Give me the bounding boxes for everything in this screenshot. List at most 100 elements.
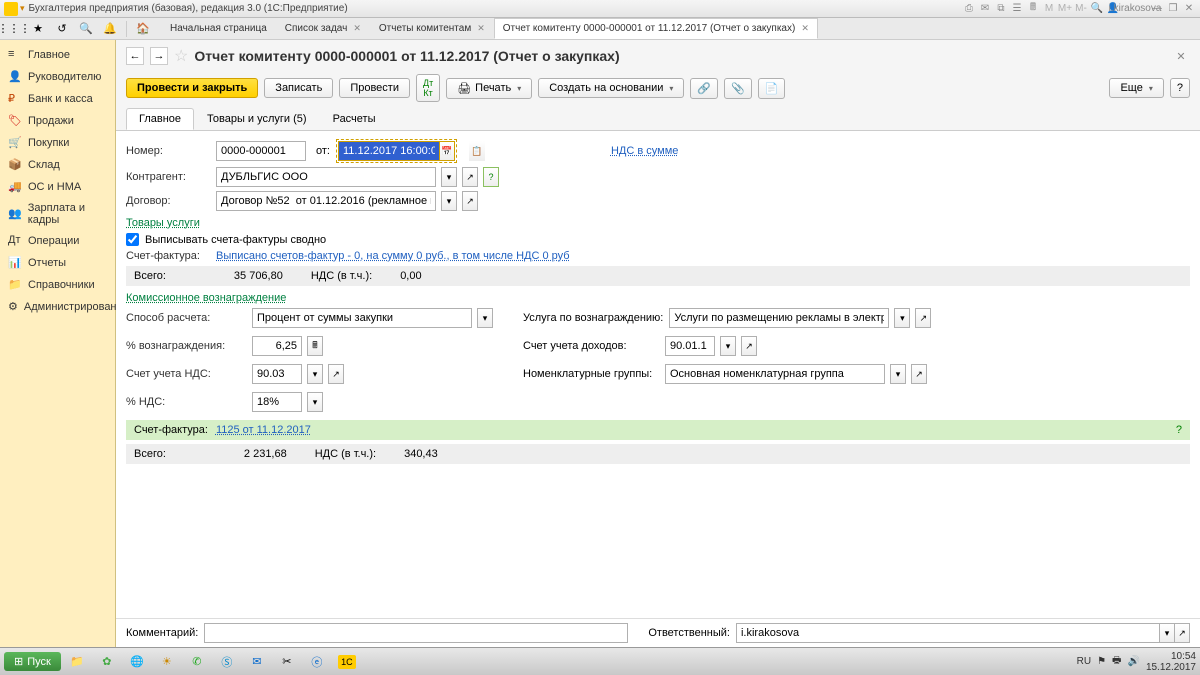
dropdown-icon[interactable]: ▾ xyxy=(441,191,457,211)
open-icon[interactable]: ↗ xyxy=(915,308,931,328)
contract-input[interactable] xyxy=(216,191,436,211)
taskbar-whatsapp-icon[interactable]: ✆ xyxy=(183,650,211,674)
nomgroup-input[interactable] xyxy=(665,364,885,384)
tb-icon[interactable]: M- xyxy=(1074,3,1088,15)
minimize-icon[interactable]: — xyxy=(1150,3,1164,15)
dropdown-icon[interactable]: ▾ xyxy=(307,392,323,412)
forward-button[interactable]: → xyxy=(150,47,168,65)
start-button[interactable]: ⊞ Пуск xyxy=(4,652,61,671)
tab-home[interactable]: Начальная страница xyxy=(161,18,276,39)
edo-button[interactable]: 📄 xyxy=(758,78,786,99)
number-input[interactable] xyxy=(216,141,306,161)
tb-icon[interactable]: ☰ xyxy=(1010,3,1024,15)
calendar-icon[interactable]: 📅 xyxy=(439,141,455,161)
taskbar-explorer-icon[interactable]: 📁 xyxy=(63,650,91,674)
taskbar-ie-icon[interactable]: ⓔ xyxy=(303,650,331,674)
sf2-link[interactable]: 1125 от 11.12.2017 xyxy=(216,424,311,436)
close-icon[interactable]: ✕ xyxy=(353,23,361,34)
open-icon[interactable]: ↗ xyxy=(462,167,478,187)
print-button[interactable]: 🖨 Печать▾ xyxy=(446,78,532,99)
comment-input[interactable] xyxy=(204,623,628,643)
tb-icon[interactable]: 🖩 xyxy=(1026,3,1040,15)
star-icon[interactable]: ★ xyxy=(28,20,48,38)
dropdown-icon[interactable]: ▾ xyxy=(720,336,736,356)
taskbar-snip-icon[interactable]: ✂ xyxy=(273,650,301,674)
tb-icon[interactable]: 🔍 xyxy=(1090,3,1104,15)
taskbar-outlook-icon[interactable]: ✉ xyxy=(243,650,271,674)
sidebar-item-salary[interactable]: 👥Зарплата и кадры xyxy=(0,198,115,230)
dropdown-icon[interactable]: ▾ xyxy=(890,364,906,384)
sidebar-item-manager[interactable]: 👤Руководителю xyxy=(0,66,115,88)
taskbar-icq-icon[interactable]: ✿ xyxy=(93,650,121,674)
post-close-button[interactable]: Провести и закрыть xyxy=(126,78,258,98)
subtab-goods[interactable]: Товары и услуги (5) xyxy=(194,108,320,130)
tb-icon[interactable]: M+ xyxy=(1058,3,1072,15)
open-icon[interactable]: ↗ xyxy=(328,364,344,384)
help-button[interactable]: ? xyxy=(1170,78,1190,98)
bell-icon[interactable]: 🔔 xyxy=(100,20,120,38)
tab-reports[interactable]: Отчеты комитентам✕ xyxy=(370,18,494,39)
search-icon[interactable]: 🔍 xyxy=(76,20,96,38)
sidebar-item-fixed-assets[interactable]: 🚚ОС и НМА xyxy=(0,176,115,198)
tb-icon[interactable]: ⎙ xyxy=(962,3,976,15)
post-button[interactable]: Провести xyxy=(339,78,410,98)
dropdown-icon[interactable]: ▾ xyxy=(441,167,457,187)
sidebar-item-operations[interactable]: ДтОперации xyxy=(0,230,115,252)
subtab-calc[interactable]: Расчеты xyxy=(320,108,389,130)
history-icon[interactable]: ↺ xyxy=(52,20,72,38)
open-icon[interactable]: ↗ xyxy=(911,364,927,384)
tb-icon[interactable]: M xyxy=(1042,3,1056,15)
back-button[interactable]: ← xyxy=(126,47,144,65)
service-input[interactable] xyxy=(669,308,889,328)
open-icon[interactable]: ↗ xyxy=(462,191,478,211)
help-icon[interactable]: ? xyxy=(1176,424,1182,436)
sidebar-item-refs[interactable]: 📁Справочники xyxy=(0,274,115,296)
tray-icon[interactable]: 🖶 xyxy=(1112,653,1121,670)
sidebar-item-admin[interactable]: ⚙Администрирование xyxy=(0,296,115,318)
taskbar-skype-icon[interactable]: Ⓢ xyxy=(213,650,241,674)
sidebar-item-purchases[interactable]: 🛒Покупки xyxy=(0,132,115,154)
contractor-input[interactable] xyxy=(216,167,436,187)
open-icon[interactable]: ↗ xyxy=(741,336,757,356)
subtab-main[interactable]: Главное xyxy=(126,108,194,130)
income-acct-input[interactable] xyxy=(665,336,715,356)
sidebar-item-sales[interactable]: 🏷Продажи xyxy=(0,110,115,132)
sf-summary-checkbox[interactable] xyxy=(126,233,139,246)
dropdown-icon[interactable]: ▾ xyxy=(477,308,493,328)
help-icon[interactable]: ? xyxy=(483,167,499,187)
dropdown-icon[interactable]: ▾ xyxy=(1159,623,1175,643)
sidebar-item-main[interactable]: ≡Главное xyxy=(0,44,115,66)
pct-nds-input[interactable] xyxy=(252,392,302,412)
create-based-button[interactable]: Создать на основании▾ xyxy=(538,78,684,98)
taskbar-chrome-icon[interactable]: 🌐 xyxy=(123,650,151,674)
clock[interactable]: 10:54 15.12.2017 xyxy=(1146,651,1196,673)
open-icon[interactable]: ↗ xyxy=(1174,623,1190,643)
structure-button[interactable]: 🔗 xyxy=(690,78,718,99)
taskbar-1c-icon[interactable]: 1С xyxy=(333,650,361,674)
sidebar-item-reports[interactable]: 📊Отчеты xyxy=(0,252,115,274)
attach-button[interactable]: 📎 xyxy=(724,78,752,99)
tray-icon[interactable]: ⚑ xyxy=(1097,656,1106,667)
tb-icon[interactable]: ✉ xyxy=(978,3,992,15)
calc-icon[interactable]: 🖩 xyxy=(307,336,323,356)
close-doc-icon[interactable]: ✕ xyxy=(1172,47,1190,65)
calc-method-input[interactable] xyxy=(252,308,472,328)
close-icon[interactable]: ✕ xyxy=(801,23,809,34)
calendar-extra-icon[interactable]: 📋 xyxy=(469,141,485,161)
tab-tasks[interactable]: Список задач✕ xyxy=(276,18,370,39)
write-button[interactable]: Записать xyxy=(264,78,333,98)
percent-input[interactable] xyxy=(252,336,302,356)
sidebar-item-warehouse[interactable]: 📦Склад xyxy=(0,154,115,176)
date-input[interactable] xyxy=(338,141,440,161)
close-icon[interactable]: ✕ xyxy=(1182,3,1196,15)
home-icon[interactable]: 🏠 xyxy=(133,20,153,38)
more-button[interactable]: Еще▾ xyxy=(1109,78,1163,98)
tray-icon[interactable]: 🔊 xyxy=(1127,656,1139,667)
tab-current-doc[interactable]: Отчет комитенту 0000-000001 от 11.12.201… xyxy=(494,18,818,39)
sidebar-item-bank[interactable]: ₽Банк и касса xyxy=(0,88,115,110)
close-icon[interactable]: ✕ xyxy=(477,23,485,34)
favorite-icon[interactable]: ☆ xyxy=(174,46,188,66)
dropdown-icon[interactable]: ▾ xyxy=(894,308,910,328)
acct-nds-input[interactable] xyxy=(252,364,302,384)
resp-input[interactable] xyxy=(736,623,1160,643)
